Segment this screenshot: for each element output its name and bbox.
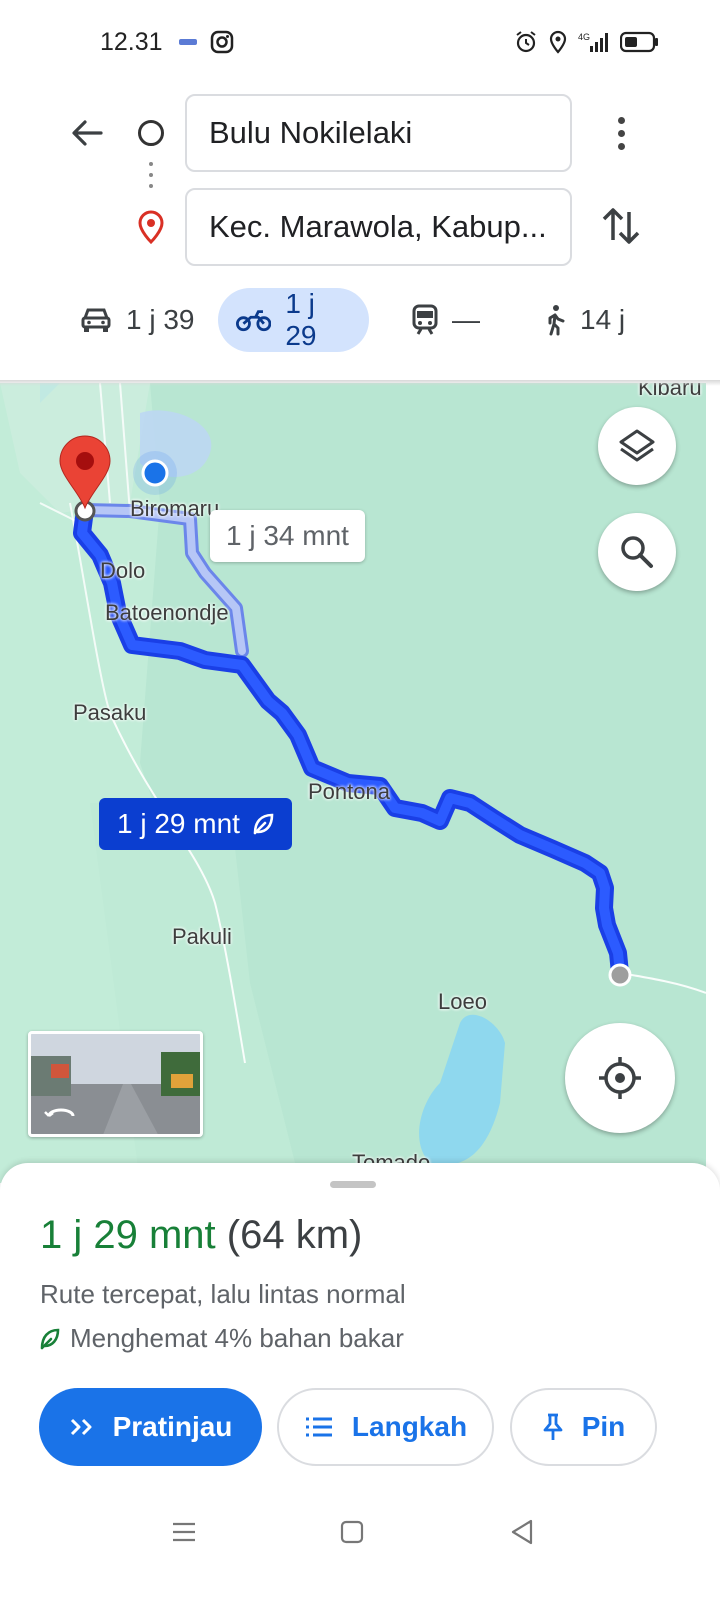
back-button[interactable] (62, 108, 112, 158)
search-along-route-button[interactable] (598, 513, 676, 591)
alternate-route-label[interactable]: 1 j 34 mnt (210, 510, 365, 562)
street-view-thumbnail[interactable] (28, 1031, 203, 1137)
place-label: Pakuli (172, 924, 232, 949)
fuel-savings: Menghemat 4% bahan bakar (40, 1323, 404, 1354)
status-bar: 12.31 4G (0, 0, 720, 90)
signal-4g-icon: 4G (578, 32, 608, 52)
instagram-icon (210, 30, 234, 54)
triangle-back-icon (511, 1519, 533, 1545)
pin-label: Pin (581, 1411, 626, 1442)
route-duration: 1 j 29 mnt (40, 1213, 216, 1257)
mode-car-duration: 1 j 39 (126, 304, 195, 335)
street-view-image (31, 1034, 200, 1134)
mode-tab-walk[interactable]: 14 j (522, 288, 645, 352)
mode-transit-duration: — (452, 304, 480, 335)
steps-label: Langkah (351, 1411, 468, 1442)
swap-button[interactable] (598, 200, 644, 252)
svg-text:4G: 4G (578, 32, 590, 42)
my-location-icon (599, 1057, 641, 1099)
place-label: Dolo (100, 558, 146, 583)
more-options-button[interactable] (606, 110, 636, 156)
eco-leaf-icon (40, 1328, 60, 1349)
car-icon (81, 308, 111, 332)
selected-route-duration: 1 j 29 mnt (117, 808, 240, 839)
route-summary: 1 j 29 mnt (64 km) (40, 1213, 362, 1258)
steps-button[interactable]: Langkah (277, 1388, 494, 1466)
destination-pin-icon (138, 210, 164, 245)
status-time: 12.31 (100, 28, 163, 56)
route-distance: (64 km) (226, 1213, 363, 1257)
preview-label: Pratinjau (112, 1411, 233, 1442)
fuel-savings-text: Menghemat 4% bahan bakar (70, 1323, 404, 1353)
mode-walk-duration: 14 j (580, 304, 626, 335)
destination-field[interactable]: Kec. Marawola, Kabup... (185, 188, 572, 266)
menu-icon (173, 1522, 195, 1542)
origin-field[interactable]: Bulu Nokilelaki (185, 94, 572, 172)
eco-leaf-icon (253, 813, 274, 835)
location-icon (549, 30, 567, 54)
recent-apps-button[interactable] (164, 1512, 204, 1552)
alarm-icon (516, 31, 536, 53)
mode-tab-motorcycle[interactable]: 1 j 29 (218, 288, 369, 352)
pushpin-icon (543, 1413, 563, 1440)
origin-circle-icon (138, 120, 164, 146)
travel-mode-tabs: 1 j 39 1 j 29 — 14 j (0, 288, 720, 354)
layers-button[interactable] (598, 407, 676, 485)
walk-icon (548, 305, 565, 336)
google-maps-directions-screen: 12.31 4G Bulu Nokilelaki Kec. Marawola, … (0, 0, 720, 1600)
map-view[interactable]: Kibaru Biromaru Dolo Batoenondje Pasaku … (0, 383, 706, 1183)
mode-tab-car[interactable]: 1 j 39 (60, 288, 215, 352)
alternate-route-duration: 1 j 34 mnt (226, 520, 349, 551)
home-button[interactable] (332, 1512, 372, 1552)
mode-motorcycle-duration: 1 j 29 (285, 288, 317, 351)
layers-icon (619, 429, 655, 462)
double-chevron-right-icon (70, 1418, 92, 1436)
search-icon (621, 536, 653, 568)
motorcycle-icon (236, 310, 272, 332)
back-nav-button[interactable] (502, 1512, 542, 1552)
notification-app-icon (179, 39, 197, 45)
drag-handle[interactable] (330, 1181, 376, 1188)
arrow-back-icon (72, 120, 103, 146)
train-icon (412, 304, 438, 335)
list-icon (305, 1417, 332, 1437)
place-label: Pasaku (73, 700, 147, 725)
system-navigation-bar (0, 1490, 720, 1600)
selected-route-label[interactable]: 1 j 29 mnt (99, 798, 292, 850)
place-label: Pontona (308, 779, 390, 804)
swap-vertical-icon (602, 208, 640, 244)
route-connector-dots (149, 162, 153, 188)
place-label: Batoenondje (105, 600, 229, 625)
place-label: Loeo (438, 989, 487, 1014)
battery-icon (620, 31, 658, 53)
preview-button[interactable]: Pratinjau (39, 1388, 262, 1466)
pin-button[interactable]: Pin (510, 1388, 657, 1466)
place-label: Biromaru (130, 496, 220, 521)
square-icon (340, 1520, 364, 1544)
my-location-button[interactable] (565, 1023, 675, 1133)
route-description: Rute tercepat, lalu lintas normal (40, 1279, 406, 1309)
mode-tab-transit[interactable]: — (392, 288, 500, 352)
